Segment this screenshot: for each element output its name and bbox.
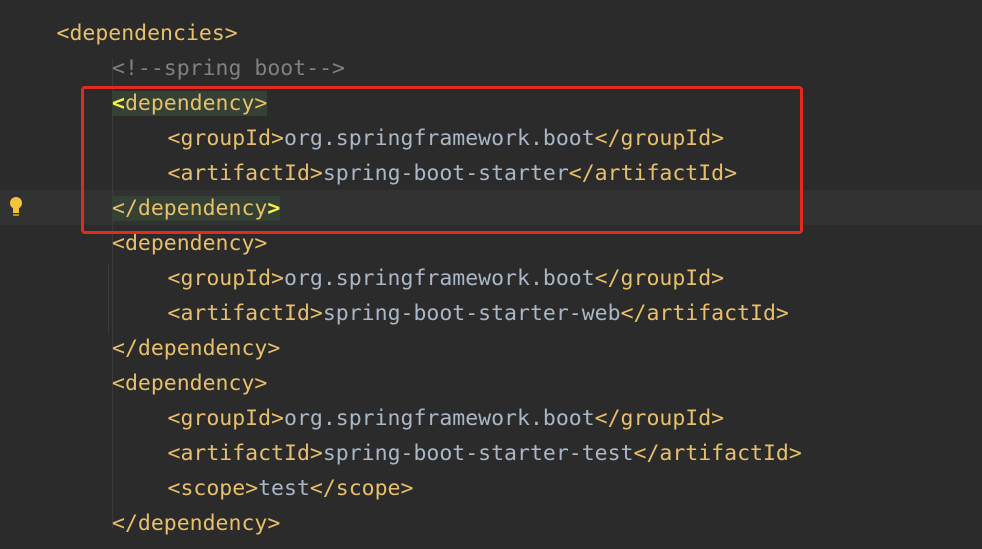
lightbulb-icon[interactable]: [8, 195, 24, 219]
annotation-highlight-box: [81, 86, 803, 234]
code-token: </artifactId>: [620, 301, 789, 326]
code-line[interactable]: </dependency>: [112, 331, 280, 366]
code-line[interactable]: <dependencies>: [57, 16, 238, 51]
indent-guide: [108, 264, 109, 334]
code-token: </groupId>: [594, 266, 725, 291]
code-token: test: [258, 476, 310, 501]
code-token: org.springframework.boot: [284, 406, 595, 431]
code-token: </scope>: [309, 476, 414, 501]
code-token: </groupId>: [594, 406, 725, 431]
code-token: </dependency>: [112, 511, 281, 536]
code-line[interactable]: <groupId>org.springframework.boot</group…: [168, 261, 725, 296]
code-token: <artifactId>: [167, 301, 323, 326]
code-line[interactable]: </dependency>: [112, 506, 280, 541]
code-token: <groupId>: [167, 406, 285, 431]
code-line[interactable]: <groupId>org.springframework.boot</group…: [168, 401, 725, 436]
code-token: <dependency>: [112, 231, 268, 256]
code-line[interactable]: <dependency>: [112, 366, 267, 401]
code-token: <scope>: [167, 476, 259, 501]
code-line[interactable]: <!--spring boot-->: [112, 51, 345, 86]
code-token: <groupId>: [167, 266, 285, 291]
code-line[interactable]: <artifactId>spring-boot-starter-test</ar…: [168, 436, 802, 471]
code-token: </dependency>: [112, 336, 281, 361]
code-line[interactable]: <scope>test</scope>: [168, 471, 414, 506]
code-token: <dependency>: [112, 371, 268, 396]
code-token: </artifactId>: [633, 441, 802, 466]
code-token: <artifactId>: [167, 441, 323, 466]
code-editor[interactable]: <dependencies> <!--spring boot--> <depende…: [0, 0, 982, 549]
code-line[interactable]: <artifactId>spring-boot-starter-web</art…: [168, 296, 789, 331]
code-token: spring-boot-starter-test: [322, 441, 634, 466]
code-token: <dependencies>: [56, 21, 238, 46]
code-token: spring-boot-starter-web: [322, 301, 621, 326]
code-token: <!--spring boot-->: [112, 56, 345, 81]
code-token: org.springframework.boot: [284, 266, 595, 291]
